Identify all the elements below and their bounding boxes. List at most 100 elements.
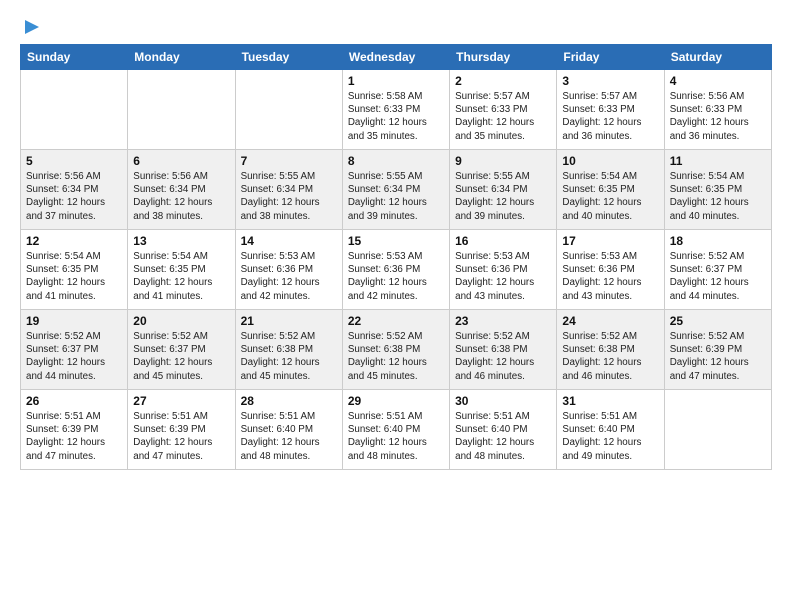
day-info: Sunrise: 5:53 AMSunset: 6:36 PMDaylight:… bbox=[455, 250, 551, 303]
day-number: 10 bbox=[562, 154, 658, 168]
day-info: Sunrise: 5:55 AMSunset: 6:34 PMDaylight:… bbox=[241, 170, 337, 223]
day-info: Sunrise: 5:52 AMSunset: 6:39 PMDaylight:… bbox=[670, 330, 766, 383]
calendar-week-row: 5 Sunrise: 5:56 AMSunset: 6:34 PMDaylight… bbox=[21, 150, 772, 230]
day-info: Sunrise: 5:52 AMSunset: 6:37 PMDaylight:… bbox=[133, 330, 229, 383]
day-header-monday: Monday bbox=[128, 45, 235, 70]
day-info: Sunrise: 5:52 AMSunset: 6:38 PMDaylight:… bbox=[241, 330, 337, 383]
calendar-cell bbox=[235, 70, 342, 150]
day-info: Sunrise: 5:55 AMSunset: 6:34 PMDaylight:… bbox=[455, 170, 551, 223]
day-number: 9 bbox=[455, 154, 551, 168]
day-info: Sunrise: 5:54 AMSunset: 6:35 PMDaylight:… bbox=[133, 250, 229, 303]
day-number: 20 bbox=[133, 314, 229, 328]
day-number: 4 bbox=[670, 74, 766, 88]
day-header-tuesday: Tuesday bbox=[235, 45, 342, 70]
calendar-cell: 24 Sunrise: 5:52 AMSunset: 6:38 PMDayligh… bbox=[557, 310, 664, 390]
day-number: 15 bbox=[348, 234, 444, 248]
day-info: Sunrise: 5:56 AMSunset: 6:34 PMDaylight:… bbox=[133, 170, 229, 223]
day-number: 5 bbox=[26, 154, 122, 168]
calendar-cell bbox=[128, 70, 235, 150]
day-number: 14 bbox=[241, 234, 337, 248]
calendar-cell: 20 Sunrise: 5:52 AMSunset: 6:37 PMDayligh… bbox=[128, 310, 235, 390]
calendar-week-row: 1Sunrise: 5:58 AMSunset: 6:33 PMDaylight… bbox=[21, 70, 772, 150]
calendar-cell: 11Sunrise: 5:54 AMSunset: 6:35 PMDayligh… bbox=[664, 150, 771, 230]
day-info: Sunrise: 5:53 AMSunset: 6:36 PMDaylight:… bbox=[348, 250, 444, 303]
day-number: 19 bbox=[26, 314, 122, 328]
day-number: 18 bbox=[670, 234, 766, 248]
day-number: 11 bbox=[670, 154, 766, 168]
day-number: 28 bbox=[241, 394, 337, 408]
day-number: 7 bbox=[241, 154, 337, 168]
calendar-week-row: 12 Sunrise: 5:54 AMSunset: 6:35 PMDayligh… bbox=[21, 230, 772, 310]
calendar-cell: 25Sunrise: 5:52 AMSunset: 6:39 PMDayligh… bbox=[664, 310, 771, 390]
calendar-cell: 22 Sunrise: 5:52 AMSunset: 6:38 PMDayligh… bbox=[342, 310, 449, 390]
day-info: Sunrise: 5:56 AMSunset: 6:33 PMDaylight:… bbox=[670, 90, 766, 143]
calendar-cell: 30 Sunrise: 5:51 AMSunset: 6:40 PMDayligh… bbox=[450, 390, 557, 470]
logo bbox=[20, 16, 43, 34]
day-info: Sunrise: 5:54 AMSunset: 6:35 PMDaylight:… bbox=[26, 250, 122, 303]
calendar-cell: 23Sunrise: 5:52 AMSunset: 6:38 PMDayligh… bbox=[450, 310, 557, 390]
calendar-cell: 10 Sunrise: 5:54 AMSunset: 6:35 PMDayligh… bbox=[557, 150, 664, 230]
day-number: 22 bbox=[348, 314, 444, 328]
logo-arrow-icon bbox=[21, 16, 43, 38]
calendar-table: SundayMondayTuesdayWednesdayThursdayFrid… bbox=[20, 44, 772, 470]
day-number: 8 bbox=[348, 154, 444, 168]
day-header-thursday: Thursday bbox=[450, 45, 557, 70]
calendar-cell: 14 Sunrise: 5:53 AMSunset: 6:36 PMDayligh… bbox=[235, 230, 342, 310]
day-number: 13 bbox=[133, 234, 229, 248]
calendar-week-row: 19 Sunrise: 5:52 AMSunset: 6:37 PMDayligh… bbox=[21, 310, 772, 390]
calendar-cell: 8 Sunrise: 5:55 AMSunset: 6:34 PMDaylight… bbox=[342, 150, 449, 230]
day-number: 26 bbox=[26, 394, 122, 408]
day-number: 30 bbox=[455, 394, 551, 408]
calendar-cell: 21Sunrise: 5:52 AMSunset: 6:38 PMDayligh… bbox=[235, 310, 342, 390]
day-info: Sunrise: 5:51 AMSunset: 6:39 PMDaylight:… bbox=[133, 410, 229, 463]
calendar-header-row: SundayMondayTuesdayWednesdayThursdayFrid… bbox=[21, 45, 772, 70]
calendar-cell bbox=[664, 390, 771, 470]
day-info: Sunrise: 5:52 AMSunset: 6:37 PMDaylight:… bbox=[26, 330, 122, 383]
calendar-cell: 13 Sunrise: 5:54 AMSunset: 6:35 PMDayligh… bbox=[128, 230, 235, 310]
day-header-wednesday: Wednesday bbox=[342, 45, 449, 70]
day-number: 29 bbox=[348, 394, 444, 408]
calendar-cell: 7 Sunrise: 5:55 AMSunset: 6:34 PMDaylight… bbox=[235, 150, 342, 230]
day-info: Sunrise: 5:53 AMSunset: 6:36 PMDaylight:… bbox=[562, 250, 658, 303]
calendar-cell: 5 Sunrise: 5:56 AMSunset: 6:34 PMDaylight… bbox=[21, 150, 128, 230]
day-number: 24 bbox=[562, 314, 658, 328]
day-number: 27 bbox=[133, 394, 229, 408]
calendar-cell bbox=[21, 70, 128, 150]
calendar-cell: 16Sunrise: 5:53 AMSunset: 6:36 PMDayligh… bbox=[450, 230, 557, 310]
calendar-week-row: 26 Sunrise: 5:51 AMSunset: 6:39 PMDayligh… bbox=[21, 390, 772, 470]
day-info: Sunrise: 5:51 AMSunset: 6:39 PMDaylight:… bbox=[26, 410, 122, 463]
day-info: Sunrise: 5:54 AMSunset: 6:35 PMDaylight:… bbox=[562, 170, 658, 223]
day-info: Sunrise: 5:57 AMSunset: 6:33 PMDaylight:… bbox=[455, 90, 551, 143]
calendar-cell: 1Sunrise: 5:58 AMSunset: 6:33 PMDaylight… bbox=[342, 70, 449, 150]
day-info: Sunrise: 5:53 AMSunset: 6:36 PMDaylight:… bbox=[241, 250, 337, 303]
page-header bbox=[20, 16, 772, 34]
calendar-cell: 28 Sunrise: 5:51 AMSunset: 6:40 PMDayligh… bbox=[235, 390, 342, 470]
day-info: Sunrise: 5:57 AMSunset: 6:33 PMDaylight:… bbox=[562, 90, 658, 143]
day-number: 3 bbox=[562, 74, 658, 88]
day-number: 2 bbox=[455, 74, 551, 88]
day-number: 12 bbox=[26, 234, 122, 248]
day-number: 6 bbox=[133, 154, 229, 168]
calendar-cell: 18Sunrise: 5:52 AMSunset: 6:37 PMDayligh… bbox=[664, 230, 771, 310]
calendar-cell: 2 Sunrise: 5:57 AMSunset: 6:33 PMDaylight… bbox=[450, 70, 557, 150]
calendar-cell: 19 Sunrise: 5:52 AMSunset: 6:37 PMDayligh… bbox=[21, 310, 128, 390]
day-header-saturday: Saturday bbox=[664, 45, 771, 70]
calendar-cell: 29Sunrise: 5:51 AMSunset: 6:40 PMDayligh… bbox=[342, 390, 449, 470]
calendar-cell: 31Sunrise: 5:51 AMSunset: 6:40 PMDayligh… bbox=[557, 390, 664, 470]
day-number: 31 bbox=[562, 394, 658, 408]
calendar-cell: 4 Sunrise: 5:56 AMSunset: 6:33 PMDaylight… bbox=[664, 70, 771, 150]
calendar-cell: 26 Sunrise: 5:51 AMSunset: 6:39 PMDayligh… bbox=[21, 390, 128, 470]
calendar-cell: 27 Sunrise: 5:51 AMSunset: 6:39 PMDayligh… bbox=[128, 390, 235, 470]
day-info: Sunrise: 5:51 AMSunset: 6:40 PMDaylight:… bbox=[241, 410, 337, 463]
day-info: Sunrise: 5:52 AMSunset: 6:38 PMDaylight:… bbox=[562, 330, 658, 383]
day-info: Sunrise: 5:58 AMSunset: 6:33 PMDaylight:… bbox=[348, 90, 444, 143]
day-info: Sunrise: 5:52 AMSunset: 6:38 PMDaylight:… bbox=[455, 330, 551, 383]
day-info: Sunrise: 5:56 AMSunset: 6:34 PMDaylight:… bbox=[26, 170, 122, 223]
day-info: Sunrise: 5:55 AMSunset: 6:34 PMDaylight:… bbox=[348, 170, 444, 223]
calendar-cell: 15 Sunrise: 5:53 AMSunset: 6:36 PMDayligh… bbox=[342, 230, 449, 310]
day-number: 17 bbox=[562, 234, 658, 248]
calendar-cell: 6 Sunrise: 5:56 AMSunset: 6:34 PMDaylight… bbox=[128, 150, 235, 230]
day-info: Sunrise: 5:52 AMSunset: 6:38 PMDaylight:… bbox=[348, 330, 444, 383]
day-info: Sunrise: 5:51 AMSunset: 6:40 PMDaylight:… bbox=[455, 410, 551, 463]
day-header-friday: Friday bbox=[557, 45, 664, 70]
